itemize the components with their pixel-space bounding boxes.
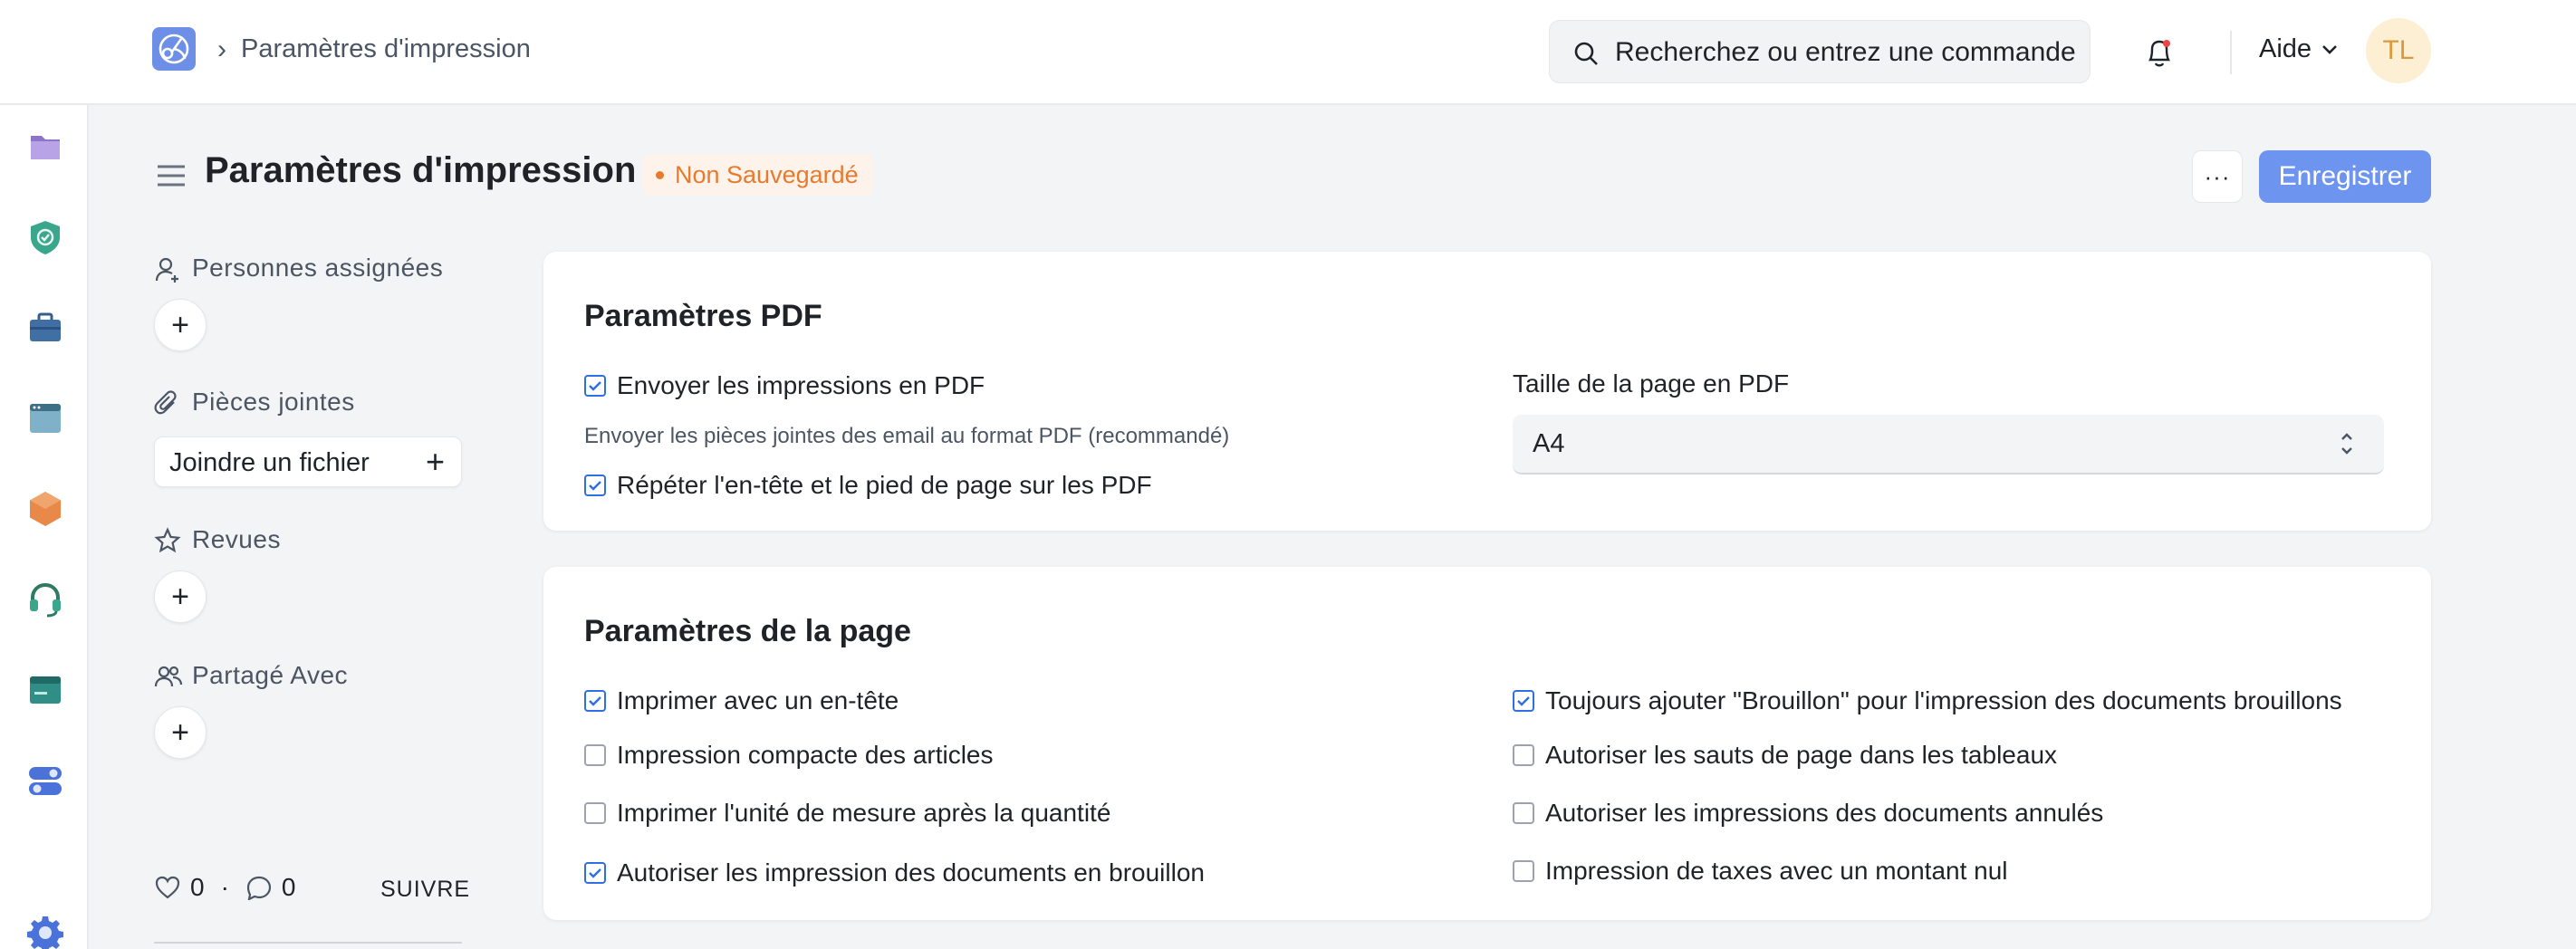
pdf-settings-card: Paramètres PDF Envoyer les impressions e… bbox=[543, 252, 2431, 531]
send-as-pdf-help: Envoyer les pièces jointes des email au … bbox=[584, 424, 1230, 448]
card-window-icon[interactable] bbox=[25, 670, 65, 710]
user-avatar[interactable]: TL bbox=[2366, 18, 2431, 83]
paperclip-icon bbox=[154, 390, 177, 415]
print-with-letterhead-label: Imprimer avec un en-tête bbox=[617, 686, 899, 714]
attachments-label: Pièces jointes bbox=[192, 388, 355, 416]
star-icon bbox=[154, 527, 181, 553]
compact-item-print-checkbox[interactable]: Impression compacte des articles bbox=[584, 741, 994, 770]
checkbox-unchecked-icon[interactable] bbox=[1513, 860, 1534, 882]
comment-icon[interactable] bbox=[245, 875, 273, 900]
add-draft-heading-label: Toujours ajouter "Brouillon" pour l'impr… bbox=[1545, 686, 2342, 714]
unsaved-status-badge: Non Sauvegardé bbox=[643, 154, 873, 196]
allow-print-draft-checkbox[interactable]: Autoriser les impression des documents e… bbox=[584, 858, 1205, 887]
search-placeholder: Recherchez ou entrez une commande bbox=[1615, 37, 2076, 67]
user-add-icon bbox=[155, 257, 178, 283]
help-dropdown[interactable]: Aide bbox=[2259, 34, 2339, 64]
shield-check-icon[interactable] bbox=[25, 217, 65, 257]
comments-count: 0 bbox=[281, 873, 296, 901]
add-draft-heading-checkbox[interactable]: Toujours ajouter "Brouillon" pour l'impr… bbox=[1513, 686, 2342, 715]
allow-print-cancelled-checkbox[interactable]: Autoriser les impressions des documents … bbox=[1513, 799, 2103, 828]
print-taxes-zero-amount-label: Impression de taxes avec un montant nul bbox=[1545, 857, 2008, 885]
plus-icon: + bbox=[425, 443, 445, 480]
checkbox-unchecked-icon[interactable] bbox=[584, 802, 606, 824]
status-dot bbox=[656, 170, 664, 179]
help-label: Aide bbox=[2259, 34, 2312, 63]
add-share-button[interactable]: + bbox=[154, 706, 207, 759]
shared-with-label: Partagé Avec bbox=[192, 661, 349, 689]
checkbox-unchecked-icon[interactable] bbox=[584, 744, 606, 766]
repeat-header-footer-checkbox[interactable]: Répéter l'en-tête et le pied de page sur… bbox=[584, 471, 1152, 500]
search-input[interactable]: Recherchez ou entrez une commande bbox=[1549, 20, 2091, 83]
breadcrumb-item[interactable]: Paramètres d'impression bbox=[241, 34, 531, 64]
heart-icon[interactable] bbox=[154, 875, 181, 900]
checkbox-unchecked-icon[interactable] bbox=[1513, 744, 1534, 766]
send-as-pdf-checkbox[interactable]: Envoyer les impressions en PDF bbox=[584, 371, 985, 400]
attach-file-button[interactable]: Joindre un fichier + bbox=[154, 436, 462, 487]
send-as-pdf-label: Envoyer les impressions en PDF bbox=[617, 371, 985, 399]
checkbox-checked-icon[interactable] bbox=[584, 862, 606, 884]
allow-print-draft-label: Autoriser les impression des documents e… bbox=[617, 858, 1205, 887]
page-section-title: Paramètres de la page bbox=[584, 614, 911, 648]
pdf-page-size-label: Taille de la page en PDF bbox=[1513, 369, 1790, 398]
pdf-page-size-select[interactable]: A4 bbox=[1513, 415, 2384, 474]
sidebar-toggle-icon[interactable] bbox=[156, 163, 187, 188]
briefcase-icon[interactable] bbox=[25, 308, 65, 348]
attach-file-label: Joindre un fichier bbox=[169, 448, 370, 477]
search-icon bbox=[1574, 42, 1598, 65]
headset-icon[interactable] bbox=[25, 580, 65, 619]
checkbox-checked-icon[interactable] bbox=[1513, 690, 1534, 712]
page-settings-card: Paramètres de la page Imprimer avec un e… bbox=[543, 567, 2431, 920]
navbar-divider bbox=[2230, 31, 2232, 74]
assigned-to-label: Personnes assignées bbox=[192, 254, 444, 282]
add-assignee-button[interactable]: + bbox=[154, 299, 207, 351]
sidebar-divider bbox=[154, 942, 462, 944]
notification-bell-icon[interactable] bbox=[2145, 36, 2174, 69]
print-with-letterhead-checkbox[interactable]: Imprimer avec un en-tête bbox=[584, 686, 899, 715]
allow-page-break-tables-checkbox[interactable]: Autoriser les sauts de page dans les tab… bbox=[1513, 741, 2057, 770]
status-badge-label: Non Sauvegardé bbox=[675, 160, 859, 188]
breadcrumb-chevron-icon: › bbox=[217, 34, 226, 64]
page-title: Paramètres d'impression bbox=[205, 150, 637, 190]
chevron-down-icon bbox=[2322, 44, 2337, 54]
pdf-page-size-value: A4 bbox=[1533, 429, 1565, 458]
app-icon-rail bbox=[0, 105, 89, 949]
checkbox-checked-icon[interactable] bbox=[584, 375, 606, 397]
app-logo-icon[interactable] bbox=[152, 27, 196, 71]
repeat-header-footer-label: Répéter l'en-tête et le pied de page sur… bbox=[617, 471, 1152, 499]
follow-button[interactable]: SUIVRE bbox=[380, 877, 470, 903]
top-navbar: › Paramètres d'impression Recherchez ou … bbox=[0, 0, 2576, 105]
allow-print-cancelled-label: Autoriser les impressions des documents … bbox=[1545, 799, 2104, 827]
users-icon bbox=[154, 666, 183, 687]
checkbox-checked-icon[interactable] bbox=[584, 690, 606, 712]
toggle-settings-icon[interactable] bbox=[25, 761, 65, 800]
checkbox-checked-icon[interactable] bbox=[584, 474, 606, 496]
print-uom-after-qty-label: Imprimer l'unité de mesure après la quan… bbox=[617, 799, 1111, 827]
select-arrows-icon bbox=[2341, 433, 2352, 455]
engagement-stats: 0 · 0 bbox=[154, 873, 295, 902]
hexagon-icon[interactable] bbox=[25, 489, 65, 529]
browser-window-icon[interactable] bbox=[25, 398, 65, 438]
checkbox-unchecked-icon[interactable] bbox=[1513, 802, 1534, 824]
allow-page-break-tables-label: Autoriser les sauts de page dans les tab… bbox=[1545, 741, 2058, 769]
likes-count: 0 bbox=[190, 873, 205, 901]
save-button[interactable]: Enregistrer bbox=[2259, 150, 2431, 203]
gear-icon[interactable] bbox=[25, 913, 65, 949]
stats-separator: · bbox=[220, 873, 229, 901]
print-taxes-zero-amount-checkbox[interactable]: Impression de taxes avec un montant nul bbox=[1513, 857, 2008, 886]
pdf-section-title: Paramètres PDF bbox=[584, 299, 822, 333]
print-uom-after-qty-checkbox[interactable]: Imprimer l'unité de mesure après la quan… bbox=[584, 799, 1110, 828]
reviews-label: Revues bbox=[192, 525, 281, 553]
folder-icon[interactable] bbox=[25, 127, 65, 167]
more-actions-button[interactable]: ··· bbox=[2192, 150, 2243, 203]
compact-item-print-label: Impression compacte des articles bbox=[617, 741, 994, 769]
add-review-button[interactable]: + bbox=[154, 570, 207, 623]
